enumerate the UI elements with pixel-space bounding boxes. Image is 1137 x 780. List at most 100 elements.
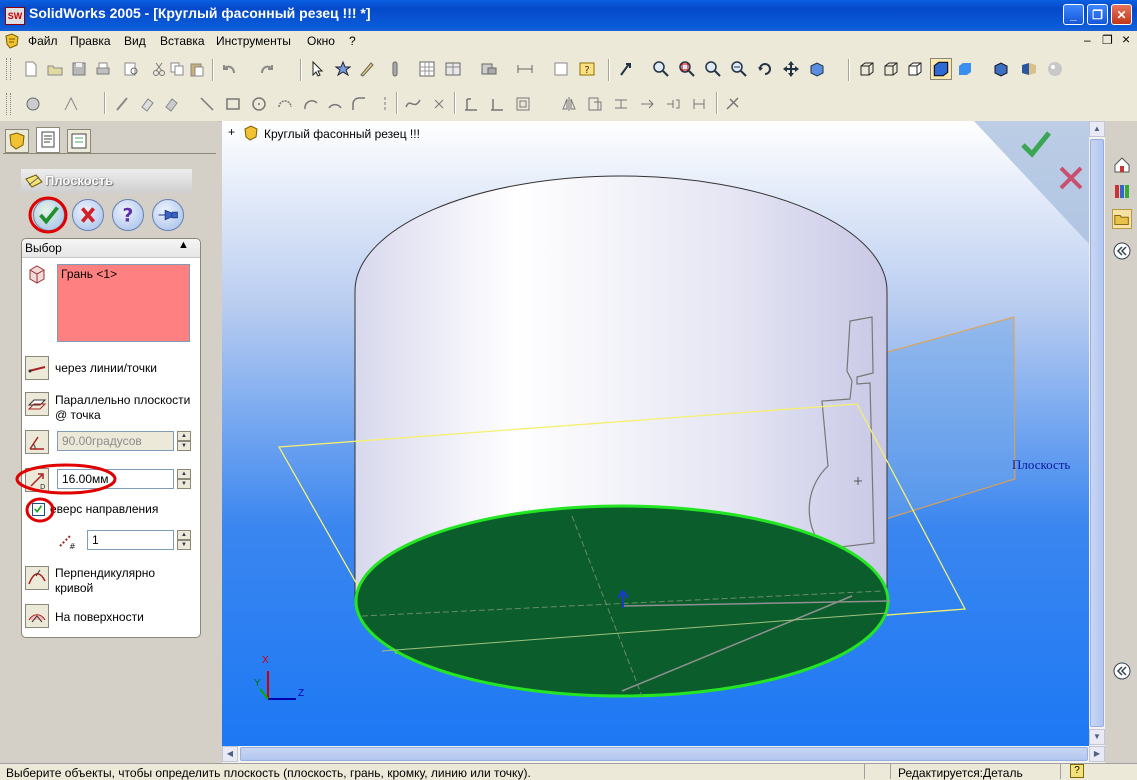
realview-sphere-icon[interactable] xyxy=(1046,60,1064,78)
convert-entities-icon[interactable] xyxy=(586,95,604,113)
options-icon[interactable] xyxy=(386,60,404,78)
hidden-lines-removed-icon[interactable] xyxy=(906,60,924,78)
select-arrow-icon[interactable] xyxy=(308,60,326,78)
count-spin-down[interactable]: ▼ xyxy=(177,540,191,550)
count-spin-up[interactable]: ▲ xyxy=(177,530,191,540)
vertical-scrollbar[interactable]: ▲ ▼ xyxy=(1089,121,1105,746)
plane-label[interactable]: Плоскость xyxy=(1012,457,1070,473)
scroll-down-arrow[interactable]: ▼ xyxy=(1089,729,1105,745)
rebuild-icon[interactable] xyxy=(334,60,352,78)
menu-insert[interactable]: Вставка xyxy=(160,34,205,48)
copy-icon[interactable] xyxy=(168,60,186,78)
graphics-area[interactable]: + Круглый фасонный резец !!! X Y Z Плоск… xyxy=(222,121,1105,746)
open-folder-icon[interactable] xyxy=(46,60,64,78)
grid-snap-icon[interactable] xyxy=(162,95,180,113)
shaded-icon[interactable] xyxy=(956,60,974,78)
angle-input[interactable]: 90.00градусов xyxy=(57,431,174,451)
rotate-view-icon[interactable] xyxy=(756,60,774,78)
document-icon[interactable] xyxy=(4,33,20,49)
file-explorer-button[interactable] xyxy=(1112,209,1132,229)
collapse-task-pane-top[interactable] xyxy=(1112,241,1132,261)
menu-edit[interactable]: Правка xyxy=(70,34,111,48)
minimize-button[interactable]: _ xyxy=(1063,4,1084,25)
trim-icon[interactable] xyxy=(612,95,630,113)
linear-pattern-icon[interactable] xyxy=(664,95,682,113)
wireframe-icon[interactable] xyxy=(858,60,876,78)
pan-icon[interactable] xyxy=(782,60,800,78)
parallel-plane-point-button[interactable] xyxy=(25,392,49,416)
fillet-icon[interactable] xyxy=(350,95,368,113)
view-orientation-icon[interactable] xyxy=(808,60,826,78)
zoom-area-icon[interactable] xyxy=(678,60,696,78)
horizontal-scrollbar[interactable]: ◀ ▶ xyxy=(222,746,1105,763)
solidworks-resources-button[interactable] xyxy=(1112,155,1132,175)
configuration-manager-tab[interactable] xyxy=(67,129,91,153)
selection-group-header[interactable]: Выбор ▲ xyxy=(22,239,200,258)
help-whatsthis-icon[interactable]: ? xyxy=(578,60,596,78)
at-angle-button[interactable] xyxy=(25,430,49,454)
zoom-to-fit-icon[interactable] xyxy=(652,60,670,78)
scroll-left-arrow[interactable]: ◀ xyxy=(222,746,238,762)
on-surface-button[interactable] xyxy=(25,604,49,628)
horizontal-scroll-thumb[interactable] xyxy=(240,747,1088,761)
centerline-icon[interactable] xyxy=(376,95,394,113)
collapse-task-pane-bottom[interactable] xyxy=(1112,661,1132,681)
save-icon[interactable] xyxy=(70,60,88,78)
quick-tips-help-icon[interactable]: ? xyxy=(1070,764,1084,778)
doc-minimize-button[interactable]: – xyxy=(1084,33,1091,47)
line-icon[interactable] xyxy=(198,95,216,113)
sketch-icon[interactable] xyxy=(24,95,42,113)
print-preview-icon[interactable] xyxy=(122,60,140,78)
new-document-icon[interactable] xyxy=(22,60,40,78)
circular-pattern-icon[interactable] xyxy=(690,95,708,113)
distance-spin-up[interactable]: ▲ xyxy=(177,469,191,479)
menu-file[interactable]: Файл xyxy=(28,34,58,48)
instances-count-input[interactable]: 1 xyxy=(87,530,174,550)
solidworks-app-icon[interactable]: SW xyxy=(5,7,25,25)
zoom-selection-icon[interactable] xyxy=(730,60,748,78)
help-button[interactable]: ? xyxy=(112,199,144,231)
menu-window[interactable]: Окно xyxy=(307,34,335,48)
circle-icon[interactable] xyxy=(250,95,268,113)
cancel-button[interactable] xyxy=(72,199,104,231)
property-manager-tab[interactable] xyxy=(36,127,60,153)
angle-spin-up[interactable]: ▲ xyxy=(177,431,191,441)
shadows-icon[interactable] xyxy=(1020,60,1038,78)
add-relation-icon[interactable] xyxy=(462,95,480,113)
scroll-up-arrow[interactable]: ▲ xyxy=(1089,121,1105,137)
offset-entities-icon[interactable] xyxy=(514,95,532,113)
table-icon[interactable] xyxy=(444,60,462,78)
mirror-icon[interactable] xyxy=(560,95,578,113)
extend-icon[interactable] xyxy=(638,95,656,113)
menu-view[interactable]: Вид xyxy=(124,34,146,48)
sketch-pencil-icon[interactable] xyxy=(114,95,132,113)
toolbar-grip[interactable] xyxy=(6,58,11,80)
keep-visible-button[interactable] xyxy=(152,199,184,231)
3point-arc-icon[interactable] xyxy=(326,95,344,113)
cut-icon[interactable] xyxy=(150,60,168,78)
close-button[interactable]: ✕ xyxy=(1111,4,1132,25)
section-view-icon[interactable] xyxy=(992,60,1010,78)
selection-list-item[interactable]: Грань <1> xyxy=(61,267,117,281)
eraser-icon[interactable] xyxy=(138,95,156,113)
print-icon[interactable] xyxy=(94,60,112,78)
feature-manager-tab[interactable] xyxy=(5,129,29,153)
previous-view-icon[interactable] xyxy=(618,60,636,78)
modify-sketch-icon[interactable] xyxy=(724,95,742,113)
shaded-with-edges-icon[interactable] xyxy=(930,58,952,80)
display-relations-icon[interactable] xyxy=(488,95,506,113)
smart-dimension-icon[interactable] xyxy=(62,95,80,113)
redo-icon[interactable] xyxy=(258,60,276,78)
dimension-icon[interactable] xyxy=(516,60,534,78)
toolbar-grip[interactable] xyxy=(6,93,11,115)
selection-list-box[interactable]: Грань <1> xyxy=(57,264,190,342)
paste-icon[interactable] xyxy=(188,60,206,78)
doc-close-button[interactable]: × xyxy=(1122,31,1130,47)
sketch-pencil-icon[interactable] xyxy=(358,60,376,78)
collapse-arrow-icon[interactable]: ▲ xyxy=(178,239,189,251)
through-lines-points-button[interactable] xyxy=(25,356,49,380)
menu-tools[interactable]: Инструменты xyxy=(216,34,291,48)
hidden-lines-visible-icon[interactable] xyxy=(882,60,900,78)
menu-help[interactable]: ? xyxy=(349,34,356,48)
centerpoint-arc-icon[interactable] xyxy=(276,95,294,113)
